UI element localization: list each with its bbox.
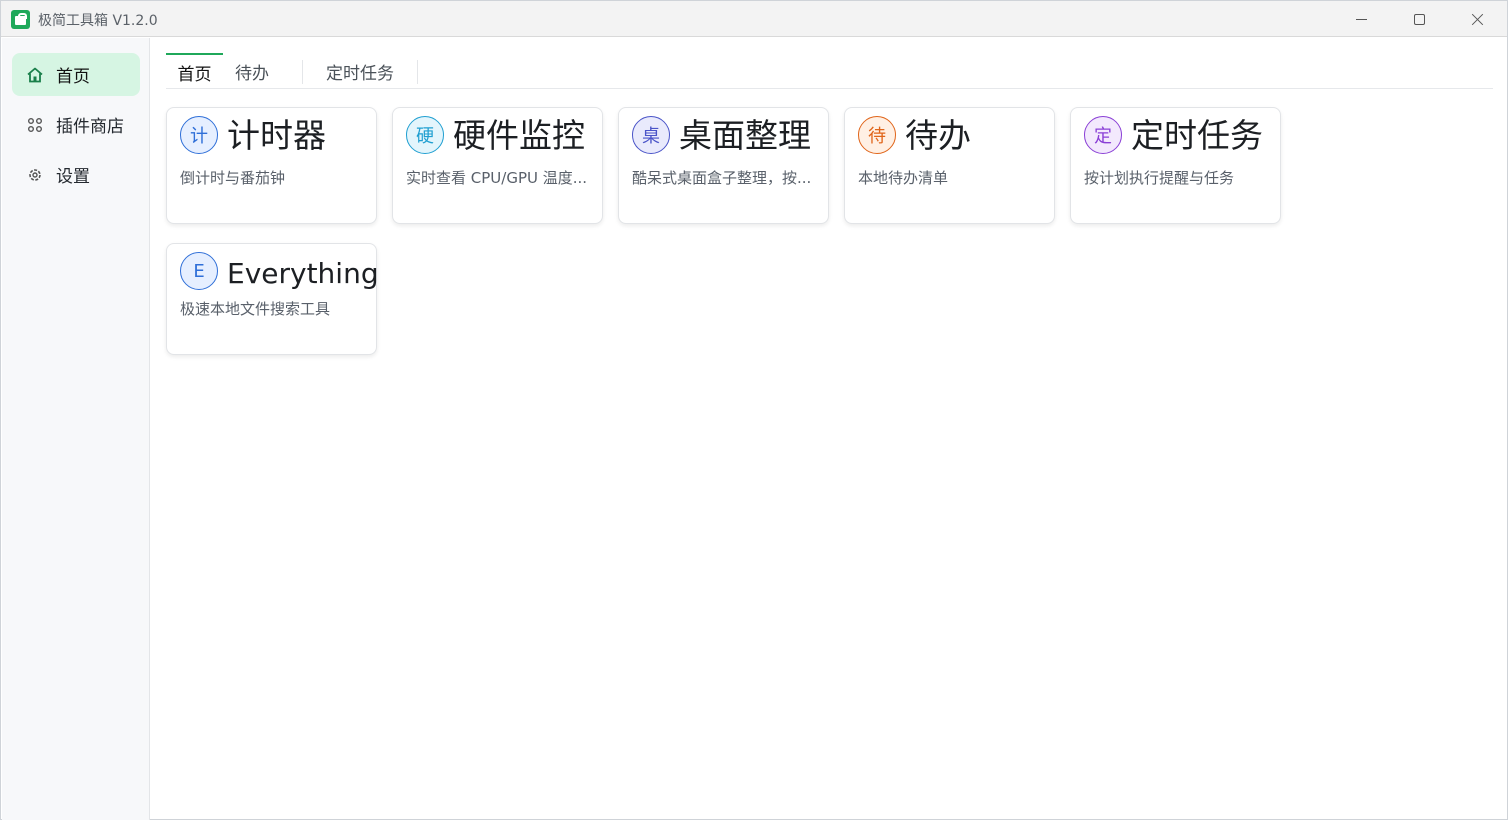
plugin-card-timer[interactable]: 计 计时器 倒计时与番茄钟 <box>166 107 377 224</box>
card-description: 倒计时与番茄钟 <box>180 169 286 187</box>
card-description: 本地待办清单 <box>858 169 949 187</box>
badge-icon: 定 <box>1084 116 1122 154</box>
card-title: 桌面整理 <box>679 116 811 155</box>
tab-scheduled-tasks[interactable]: 定时任务 <box>303 53 417 89</box>
sidebar-item-settings[interactable]: 设置 <box>12 153 140 196</box>
tab-divider <box>417 60 418 84</box>
badge-icon: 硬 <box>406 116 444 154</box>
plugin-card-everything[interactable]: E Everything 极速本地文件搜索工具 <box>166 243 379 355</box>
card-description: 实时查看 CPU/GPU 温度... <box>406 169 588 187</box>
plugin-card-desktop-organizer[interactable]: 桌 桌面整理 酷呆式桌面盒子整理，按... <box>618 107 829 224</box>
home-icon <box>26 66 44 84</box>
card-title: 计时器 <box>227 116 326 155</box>
title-bar[interactable]: 极简工具箱 V1.2.0 <box>1 1 1507 37</box>
sidebar-item-label: 首页 <box>56 67 90 87</box>
close-button[interactable] <box>1448 1 1506 37</box>
maximize-button[interactable] <box>1390 1 1448 37</box>
minimize-button[interactable] <box>1332 1 1390 37</box>
card-title: 定时任务 <box>1131 116 1263 155</box>
sidebar-item-plugin-store[interactable]: 插件商店 <box>12 103 140 146</box>
badge-icon: E <box>180 252 218 290</box>
close-icon <box>1471 13 1484 26</box>
grid-dots-icon <box>26 116 44 134</box>
window-title: 极简工具箱 V1.2.0 <box>38 13 158 29</box>
sidebar-item-label: 设置 <box>56 167 90 187</box>
tab-bar: 首页 待办 定时任务 <box>166 53 1493 89</box>
plugin-card-scheduled-tasks[interactable]: 定 定时任务 按计划执行提醒与任务 <box>1070 107 1281 224</box>
maximize-icon <box>1413 13 1425 25</box>
card-description: 酷呆式桌面盒子整理，按... <box>632 169 812 187</box>
tab-todo[interactable]: 待办 <box>223 53 281 89</box>
sidebar: 首页 插件商店 设置 <box>2 38 150 820</box>
card-description: 按计划执行提醒与任务 <box>1084 169 1235 187</box>
sidebar-item-home[interactable]: 首页 <box>12 53 140 96</box>
minimize-icon <box>1355 18 1367 20</box>
app-logo-icon <box>11 10 30 29</box>
sidebar-item-label: 插件商店 <box>56 117 124 137</box>
badge-icon: 桌 <box>632 116 670 154</box>
card-title: 待办 <box>905 116 971 155</box>
card-title: 硬件监控 <box>453 116 585 155</box>
plugin-card-hardware-monitor[interactable]: 硬 硬件监控 实时查看 CPU/GPU 温度... <box>392 107 603 224</box>
gear-icon <box>26 166 44 184</box>
plugin-card-todo[interactable]: 待 待办 本地待办清单 <box>844 107 1055 224</box>
app-window: 极简工具箱 V1.2.0 首页 插件商店 设置 首页 待办 定时任务 计 计时器… <box>0 0 1508 820</box>
card-title: Everything <box>227 257 379 290</box>
badge-icon: 计 <box>180 116 218 154</box>
tab-home[interactable]: 首页 <box>166 53 223 89</box>
badge-icon: 待 <box>858 116 896 154</box>
card-description: 极速本地文件搜索工具 <box>180 300 331 318</box>
